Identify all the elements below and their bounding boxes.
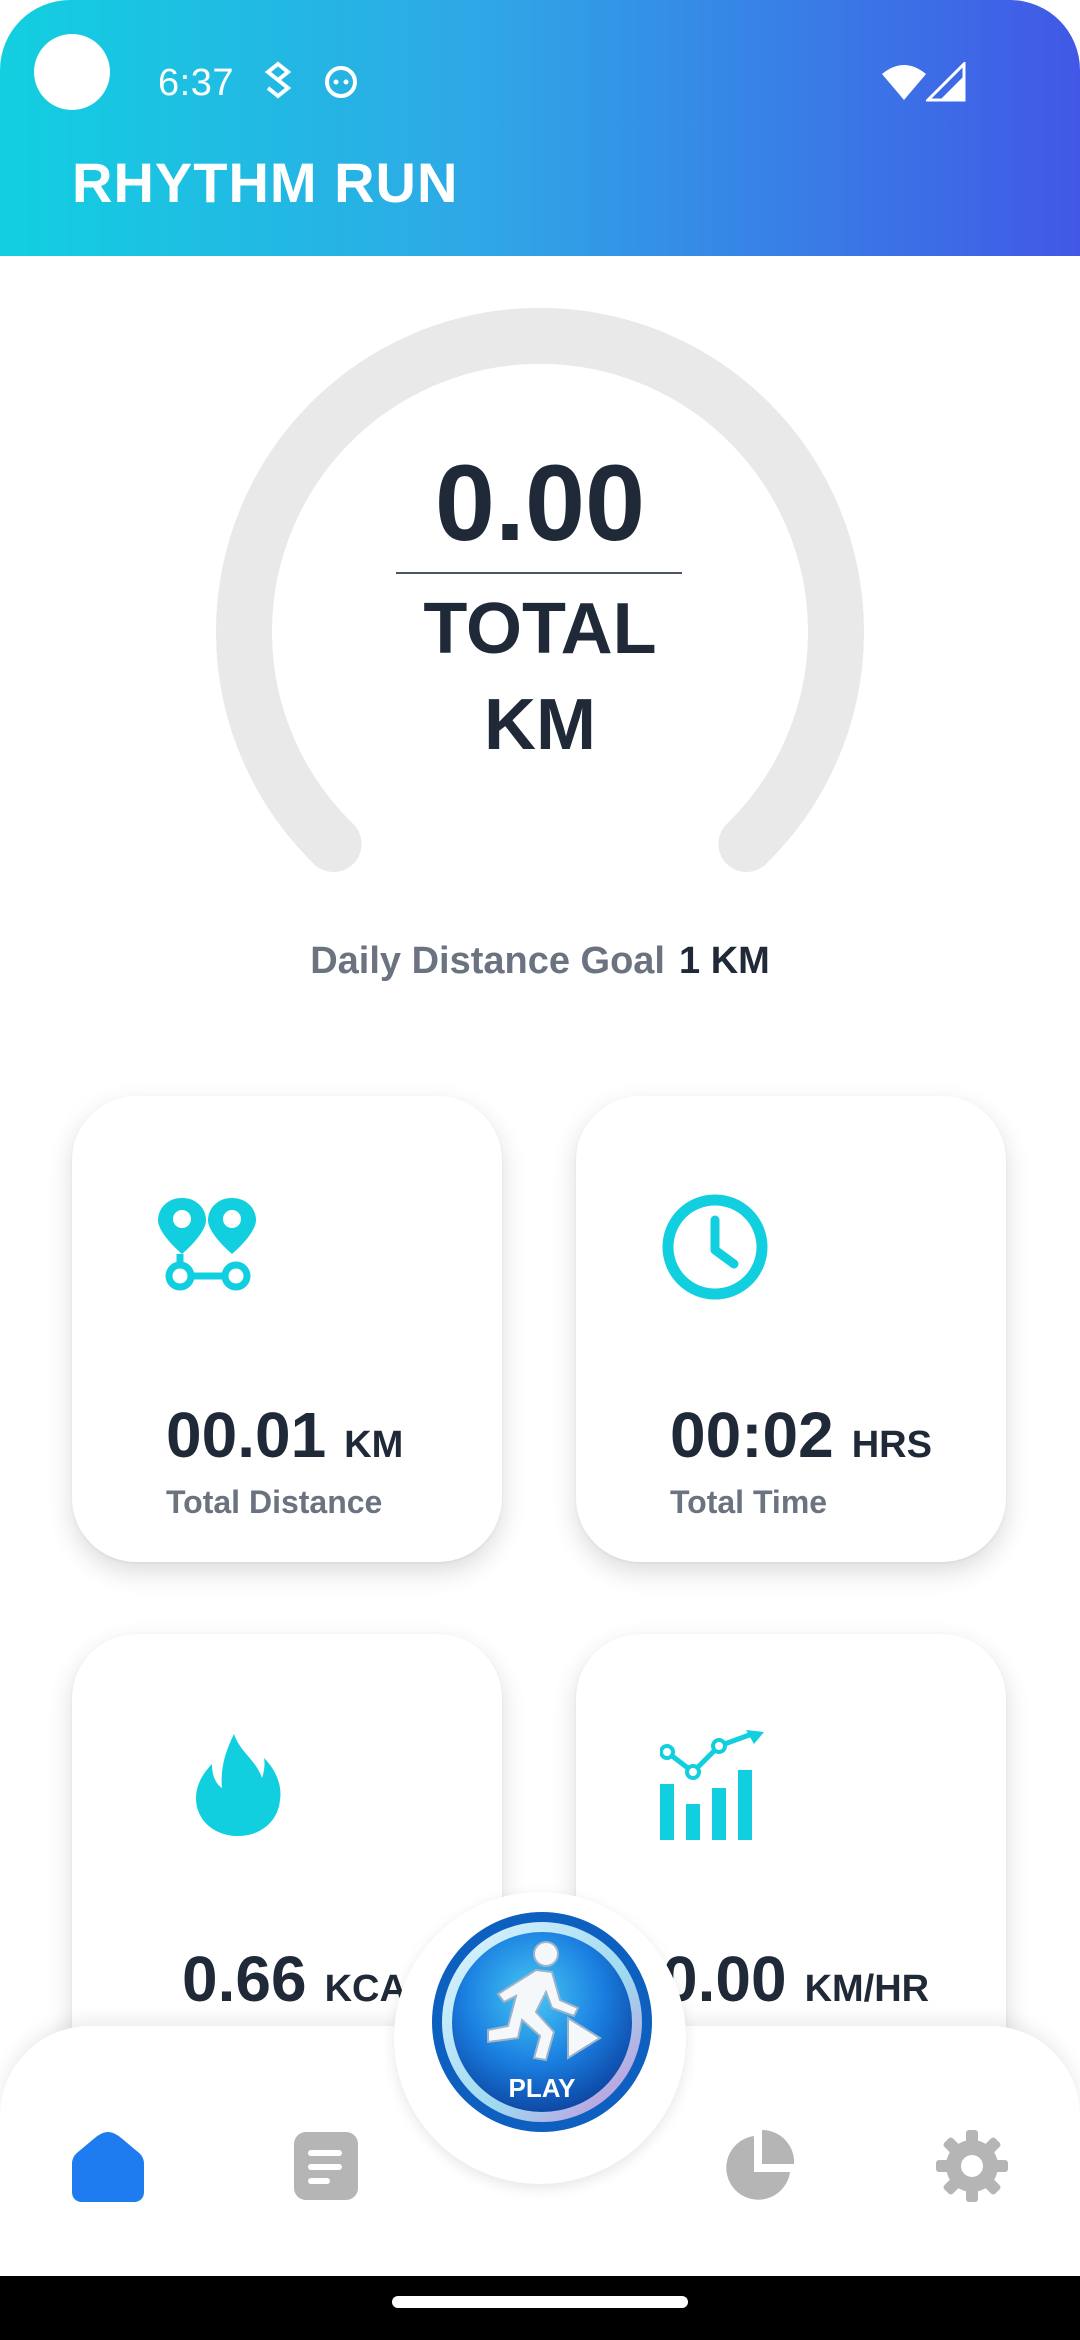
app-header: 6:37 RHYTHM RUN [0,0,1080,256]
wifi-icon [882,65,926,100]
bar-chart-trend-icon [660,1730,764,1840]
notification-icon [264,61,292,99]
system-navigation-bar [0,2276,1080,2340]
document-icon[interactable] [290,2128,366,2204]
total-distance-value: 00.01 KM [166,1399,404,1471]
clock-icon [662,1194,768,1300]
status-time: 6:37 [158,62,234,104]
gauge-divider [396,572,682,574]
route-pins-icon [158,1198,256,1291]
flame-icon [196,1734,281,1836]
gauge-label-km: KM [484,685,596,765]
pie-chart-icon[interactable] [720,2128,796,2204]
cat-face-icon [325,66,357,98]
play-label: PLAY [509,2073,576,2103]
total-distance-card[interactable]: 00.01 KM Total Distance [72,1096,502,1562]
total-time-unit: HRS [851,1424,932,1466]
total-distance-unit: KM [344,1424,404,1466]
daily-goal[interactable]: Daily Distance Goal 1 KM [0,940,1080,983]
play-button[interactable]: PLAY [428,1908,656,2136]
daily-goal-value: 1 KM [679,940,770,982]
speed-unit: KM/HR [804,1968,930,2010]
camera-cutout [34,34,110,110]
gear-icon[interactable] [934,2128,1010,2204]
total-time-card[interactable]: 00:02 HRS Total Time [576,1096,1006,1562]
total-time-label: Total Time [670,1484,828,1520]
total-time-value: 00:02 HRS [670,1399,932,1471]
home-gesture-handle[interactable] [392,2296,688,2308]
app-title: RHYTHM RUN [72,151,459,214]
total-km-value: 0.00 [434,442,646,563]
signal-icon [926,62,966,102]
calories-value: 0.66 KCAL [182,1943,431,2015]
home-icon[interactable] [70,2128,146,2204]
speed-value: 0.00 KM/HR [662,1943,930,2015]
gauge-label-total: TOTAL [423,589,657,669]
daily-goal-label: Daily Distance Goal [310,940,665,982]
total-distance-label: Total Distance [166,1484,383,1520]
